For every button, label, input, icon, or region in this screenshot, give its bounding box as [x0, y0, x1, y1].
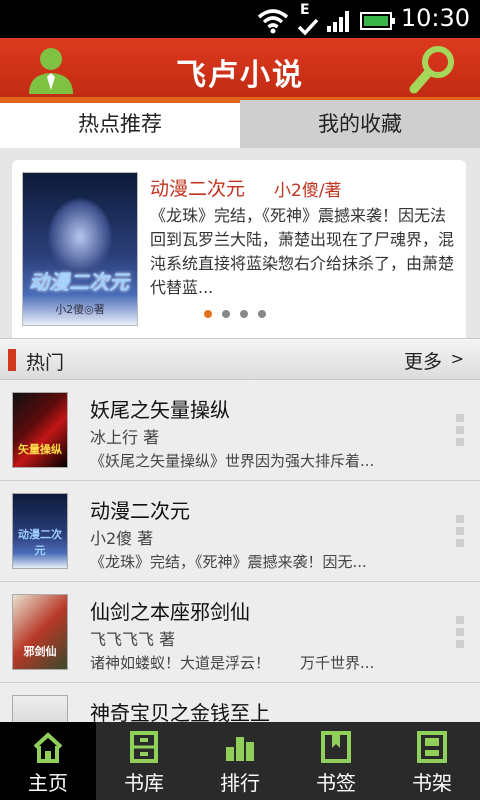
book-author: 小2傻 著 — [90, 529, 154, 548]
book-author: 飞飞飞飞 著 — [90, 630, 176, 649]
sync-check-icon — [297, 18, 319, 36]
list-item[interactable]: 矢量操纵 妖尾之矢量操纵 冰上行 著 《妖尾之矢量操纵》世界因为强大排斥着... — [0, 380, 480, 481]
nav-label: 书签 — [316, 771, 356, 795]
section-marker — [8, 349, 16, 371]
featured-author: 小2傻/著 — [274, 181, 342, 201]
bottom-navigation: 主页 书库 排行 书签 书架 — [0, 722, 480, 800]
section-header-hot: 热门 更多 > — [0, 338, 480, 380]
carousel-dot[interactable] — [258, 310, 266, 318]
section-title: 热门 — [26, 352, 65, 374]
home-icon — [33, 732, 63, 763]
bookshelf-icon — [417, 731, 447, 763]
tab-hot-recommend[interactable]: 热点推荐 — [0, 100, 240, 148]
tab-my-favorites[interactable]: 我的收藏 — [240, 100, 480, 148]
nav-ranking[interactable]: 排行 — [192, 722, 288, 800]
featured-banner: 动漫二次元 小2傻◎著 动漫二次元 小2傻/著 《龙珠》完结，《死神》震撼来袭！… — [0, 148, 480, 338]
book-list: 矢量操纵 妖尾之矢量操纵 冰上行 著 《妖尾之矢量操纵》世界因为强大排斥着...… — [0, 380, 480, 722]
nav-label: 排行 — [220, 771, 260, 795]
nav-bookmark[interactable]: 书签 — [288, 722, 384, 800]
book-title: 仙剑之本座邪剑仙 — [90, 600, 250, 624]
book-cover: 矢量操纵 — [12, 392, 68, 468]
nav-label: 主页 — [28, 771, 68, 795]
book-title: 动漫二次元 — [90, 499, 190, 523]
carousel-indicator — [204, 310, 266, 318]
featured-cover-image: 动漫二次元 小2傻◎著 — [22, 172, 138, 326]
library-icon — [130, 731, 158, 763]
battery-icon — [360, 12, 395, 30]
book-description: 诸神如蝼蚁！大道是浮云！ 万千世界... — [90, 654, 375, 672]
book-cover: 动漫二次元 — [12, 493, 68, 569]
nav-library[interactable]: 书库 — [96, 722, 192, 800]
search-button[interactable] — [408, 44, 458, 96]
drag-handle-icon[interactable] — [456, 515, 464, 547]
tab-bar: 热点推荐 我的收藏 — [0, 100, 480, 148]
signal-icon — [327, 11, 349, 32]
book-title: 神奇宝贝之金钱至上 — [90, 701, 270, 722]
status-icons: E — [256, 2, 396, 36]
carousel-dot[interactable] — [222, 310, 230, 318]
bookmark-icon — [321, 731, 351, 763]
network-type-indicator: E — [296, 2, 320, 36]
book-description: 《妖尾之矢量操纵》世界因为强大排斥着... — [90, 452, 375, 470]
carousel-dot[interactable] — [240, 310, 248, 318]
featured-card[interactable]: 动漫二次元 小2傻◎著 动漫二次元 小2傻/著 《龙珠》完结，《死神》震撼来袭！… — [12, 160, 466, 338]
book-description: 《龙珠》完结，《死神》震撼来袭！因无... — [90, 553, 367, 571]
search-icon — [409, 46, 454, 94]
featured-title: 动漫二次元 — [150, 178, 246, 200]
drag-handle-icon[interactable] — [456, 414, 464, 446]
more-link[interactable]: 更多 — [404, 347, 442, 374]
list-item[interactable]: 动漫二次元 动漫二次元 小2傻 著 《龙珠》完结，《死神》震撼来袭！因无... — [0, 481, 480, 582]
wifi-icon — [257, 9, 289, 34]
book-cover: 邪剑仙 — [12, 594, 68, 670]
list-item[interactable]: 邪剑仙 仙剑之本座邪剑仙 飞飞飞飞 著 诸神如蝼蚁！大道是浮云！ 万千世界... — [0, 582, 480, 683]
book-author: 冰上行 著 — [90, 428, 160, 447]
book-title: 妖尾之矢量操纵 — [90, 398, 230, 422]
nav-label: 书库 — [124, 771, 164, 795]
cover-title: 动漫二次元 — [29, 270, 129, 294]
cover-author: 小2傻◎著 — [55, 303, 105, 316]
featured-description: 《龙珠》完结，《死神》震撼来袭！因无法回到瓦罗兰大陆，萧楚出现在了尸魂界，混沌系… — [150, 206, 455, 297]
nav-bookshelf[interactable]: 书架 — [384, 722, 480, 800]
carousel-dot[interactable] — [204, 310, 212, 318]
ranking-icon — [226, 737, 254, 761]
nav-home[interactable]: 主页 — [0, 722, 96, 800]
book-cover — [12, 695, 68, 722]
status-time: 10:30 — [400, 4, 470, 32]
nav-label: 书架 — [412, 771, 452, 795]
drag-handle-icon[interactable] — [456, 616, 464, 648]
list-item[interactable]: 神奇宝贝之金钱至上 — [0, 683, 480, 722]
chevron-right-icon[interactable]: > — [451, 349, 464, 368]
status-bar: E 10:30 — [0, 0, 480, 38]
app-header: 飞卢小说 — [0, 38, 480, 100]
